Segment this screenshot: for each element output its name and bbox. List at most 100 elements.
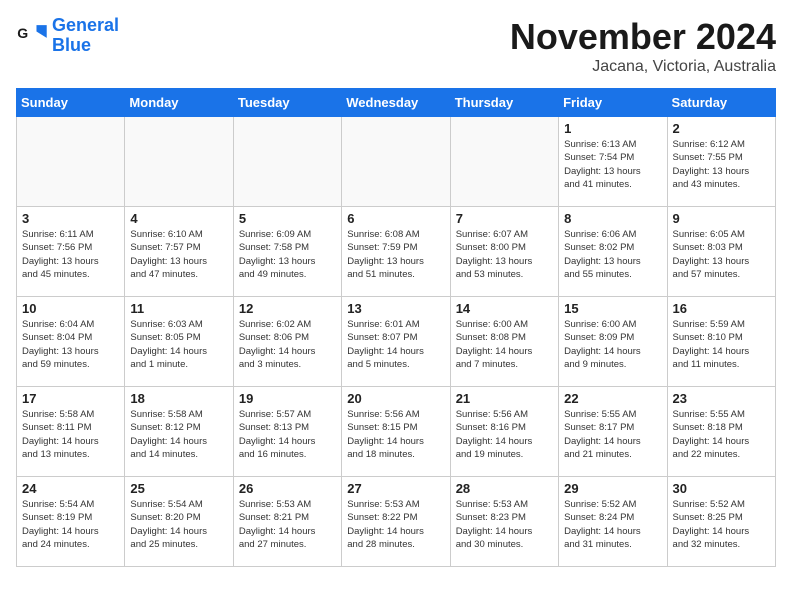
- day-number: 13: [347, 301, 444, 316]
- day-number: 27: [347, 481, 444, 496]
- calendar-cell: 4 Sunrise: 6:10 AM Sunset: 7:57 PM Daylig…: [125, 207, 233, 297]
- day-number: 4: [130, 211, 227, 226]
- day-number: 24: [22, 481, 119, 496]
- cell-content: Sunrise: 5:53 AM Sunset: 8:23 PM Dayligh…: [456, 498, 553, 551]
- month-title: November 2024: [510, 16, 776, 58]
- logo: G General Blue: [16, 16, 119, 56]
- cell-content: Sunrise: 5:59 AM Sunset: 8:10 PM Dayligh…: [673, 318, 770, 371]
- calendar-cell: 17Sunrise: 5:58 AM Sunset: 8:11 PM Dayli…: [17, 387, 125, 477]
- day-number: 16: [673, 301, 770, 316]
- weekday-header-sunday: Sunday: [17, 89, 125, 117]
- calendar-cell: 24 Sunrise: 5:54 AM Sunset: 8:19 PM Dayli…: [17, 477, 125, 567]
- logo-text: General Blue: [52, 16, 119, 56]
- calendar-cell: 1 Sunrise: 6:13 AM Sunset: 7:54 PM Daylig…: [559, 117, 667, 207]
- calendar-cell: 7 Sunrise: 6:07 AM Sunset: 8:00 PM Daylig…: [450, 207, 558, 297]
- calendar-cell: [450, 117, 558, 207]
- title-section: November 2024 Jacana, Victoria, Australi…: [510, 16, 776, 76]
- calendar-cell: 11 Sunrise: 6:03 AM Sunset: 8:05 PM Dayli…: [125, 297, 233, 387]
- cell-content: Sunrise: 5:54 AM Sunset: 8:20 PM Dayligh…: [130, 498, 227, 551]
- cell-content: Sunrise: 5:58 AM Sunset: 8:12 PM Dayligh…: [130, 408, 227, 461]
- day-number: 1: [564, 121, 661, 136]
- day-number: 10: [22, 301, 119, 316]
- calendar-cell: 19 Sunrise: 5:57 AM Sunset: 8:13 PM Dayli…: [233, 387, 341, 477]
- cell-content: Sunrise: 6:02 AM Sunset: 8:06 PM Dayligh…: [239, 318, 336, 371]
- cell-content: Sunrise: 6:04 AM Sunset: 8:04 PM Dayligh…: [22, 318, 119, 371]
- cell-content: Sunrise: 6:05 AM Sunset: 8:03 PM Dayligh…: [673, 228, 770, 281]
- cell-content: Sunrise: 5:57 AM Sunset: 8:13 PM Dayligh…: [239, 408, 336, 461]
- day-number: 7: [456, 211, 553, 226]
- day-number: 19: [239, 391, 336, 406]
- cell-content: Sunrise: 6:10 AM Sunset: 7:57 PM Dayligh…: [130, 228, 227, 281]
- calendar-cell: 18 Sunrise: 5:58 AM Sunset: 8:12 PM Dayli…: [125, 387, 233, 477]
- cell-content: Sunrise: 6:07 AM Sunset: 8:00 PM Dayligh…: [456, 228, 553, 281]
- day-number: 20: [347, 391, 444, 406]
- logo-icon: G: [16, 20, 48, 52]
- cell-content: Sunrise: 6:11 AM Sunset: 7:56 PM Dayligh…: [22, 228, 119, 281]
- day-number: 9: [673, 211, 770, 226]
- cell-content: Sunrise: 6:12 AM Sunset: 7:55 PM Dayligh…: [673, 138, 770, 191]
- weekday-header-tuesday: Tuesday: [233, 89, 341, 117]
- day-number: 2: [673, 121, 770, 136]
- cell-content: Sunrise: 6:01 AM Sunset: 8:07 PM Dayligh…: [347, 318, 444, 371]
- calendar-cell: [125, 117, 233, 207]
- calendar-cell: 20 Sunrise: 5:56 AM Sunset: 8:15 PM Dayli…: [342, 387, 450, 477]
- weekday-header-row: SundayMondayTuesdayWednesdayThursdayFrid…: [17, 89, 776, 117]
- cell-content: Sunrise: 5:55 AM Sunset: 8:17 PM Dayligh…: [564, 408, 661, 461]
- calendar-cell: 16 Sunrise: 5:59 AM Sunset: 8:10 PM Dayli…: [667, 297, 775, 387]
- day-number: 25: [130, 481, 227, 496]
- location-subtitle: Jacana, Victoria, Australia: [510, 58, 776, 76]
- calendar-cell: 8Sunrise: 6:06 AM Sunset: 8:02 PM Daylig…: [559, 207, 667, 297]
- weekday-header-saturday: Saturday: [667, 89, 775, 117]
- calendar-cell: [17, 117, 125, 207]
- page-header: G General Blue November 2024 Jacana, Vic…: [16, 16, 776, 76]
- weekday-header-friday: Friday: [559, 89, 667, 117]
- calendar-cell: 9 Sunrise: 6:05 AM Sunset: 8:03 PM Daylig…: [667, 207, 775, 297]
- week-row-1: 1 Sunrise: 6:13 AM Sunset: 7:54 PM Daylig…: [17, 117, 776, 207]
- day-number: 18: [130, 391, 227, 406]
- day-number: 15: [564, 301, 661, 316]
- day-number: 30: [673, 481, 770, 496]
- calendar-cell: 28Sunrise: 5:53 AM Sunset: 8:23 PM Dayli…: [450, 477, 558, 567]
- cell-content: Sunrise: 5:52 AM Sunset: 8:24 PM Dayligh…: [564, 498, 661, 551]
- day-number: 3: [22, 211, 119, 226]
- day-number: 23: [673, 391, 770, 406]
- calendar-cell: 30 Sunrise: 5:52 AM Sunset: 8:25 PM Dayli…: [667, 477, 775, 567]
- calendar-cell: 29Sunrise: 5:52 AM Sunset: 8:24 PM Dayli…: [559, 477, 667, 567]
- cell-content: Sunrise: 6:03 AM Sunset: 8:05 PM Dayligh…: [130, 318, 227, 371]
- cell-content: Sunrise: 6:00 AM Sunset: 8:09 PM Dayligh…: [564, 318, 661, 371]
- week-row-3: 10 Sunrise: 6:04 AM Sunset: 8:04 PM Dayli…: [17, 297, 776, 387]
- calendar-cell: 13 Sunrise: 6:01 AM Sunset: 8:07 PM Dayli…: [342, 297, 450, 387]
- calendar-cell: 21 Sunrise: 5:56 AM Sunset: 8:16 PM Dayli…: [450, 387, 558, 477]
- calendar-cell: 23 Sunrise: 5:55 AM Sunset: 8:18 PM Dayli…: [667, 387, 775, 477]
- cell-content: Sunrise: 5:55 AM Sunset: 8:18 PM Dayligh…: [673, 408, 770, 461]
- cell-content: Sunrise: 5:52 AM Sunset: 8:25 PM Dayligh…: [673, 498, 770, 551]
- day-number: 21: [456, 391, 553, 406]
- day-number: 11: [130, 301, 227, 316]
- calendar-cell: 5Sunrise: 6:09 AM Sunset: 7:58 PM Daylig…: [233, 207, 341, 297]
- calendar-cell: 10 Sunrise: 6:04 AM Sunset: 8:04 PM Dayli…: [17, 297, 125, 387]
- calendar-cell: 27Sunrise: 5:53 AM Sunset: 8:22 PM Dayli…: [342, 477, 450, 567]
- cell-content: Sunrise: 5:54 AM Sunset: 8:19 PM Dayligh…: [22, 498, 119, 551]
- calendar-cell: 12 Sunrise: 6:02 AM Sunset: 8:06 PM Dayli…: [233, 297, 341, 387]
- cell-content: Sunrise: 6:13 AM Sunset: 7:54 PM Dayligh…: [564, 138, 661, 191]
- week-row-2: 3 Sunrise: 6:11 AM Sunset: 7:56 PM Daylig…: [17, 207, 776, 297]
- calendar-cell: 26 Sunrise: 5:53 AM Sunset: 8:21 PM Dayli…: [233, 477, 341, 567]
- calendar-cell: 14Sunrise: 6:00 AM Sunset: 8:08 PM Dayli…: [450, 297, 558, 387]
- weekday-header-wednesday: Wednesday: [342, 89, 450, 117]
- calendar-cell: 3 Sunrise: 6:11 AM Sunset: 7:56 PM Daylig…: [17, 207, 125, 297]
- cell-content: Sunrise: 6:06 AM Sunset: 8:02 PM Dayligh…: [564, 228, 661, 281]
- calendar-cell: 15 Sunrise: 6:00 AM Sunset: 8:09 PM Dayli…: [559, 297, 667, 387]
- day-number: 12: [239, 301, 336, 316]
- calendar-cell: [342, 117, 450, 207]
- week-row-4: 17Sunrise: 5:58 AM Sunset: 8:11 PM Dayli…: [17, 387, 776, 477]
- cell-content: Sunrise: 5:53 AM Sunset: 8:21 PM Dayligh…: [239, 498, 336, 551]
- cell-content: Sunrise: 5:58 AM Sunset: 8:11 PM Dayligh…: [22, 408, 119, 461]
- cell-content: Sunrise: 5:56 AM Sunset: 8:15 PM Dayligh…: [347, 408, 444, 461]
- cell-content: Sunrise: 6:08 AM Sunset: 7:59 PM Dayligh…: [347, 228, 444, 281]
- svg-text:G: G: [17, 25, 28, 41]
- calendar-table: SundayMondayTuesdayWednesdayThursdayFrid…: [16, 88, 776, 567]
- day-number: 26: [239, 481, 336, 496]
- day-number: 5: [239, 211, 336, 226]
- cell-content: Sunrise: 5:56 AM Sunset: 8:16 PM Dayligh…: [456, 408, 553, 461]
- cell-content: Sunrise: 6:00 AM Sunset: 8:08 PM Dayligh…: [456, 318, 553, 371]
